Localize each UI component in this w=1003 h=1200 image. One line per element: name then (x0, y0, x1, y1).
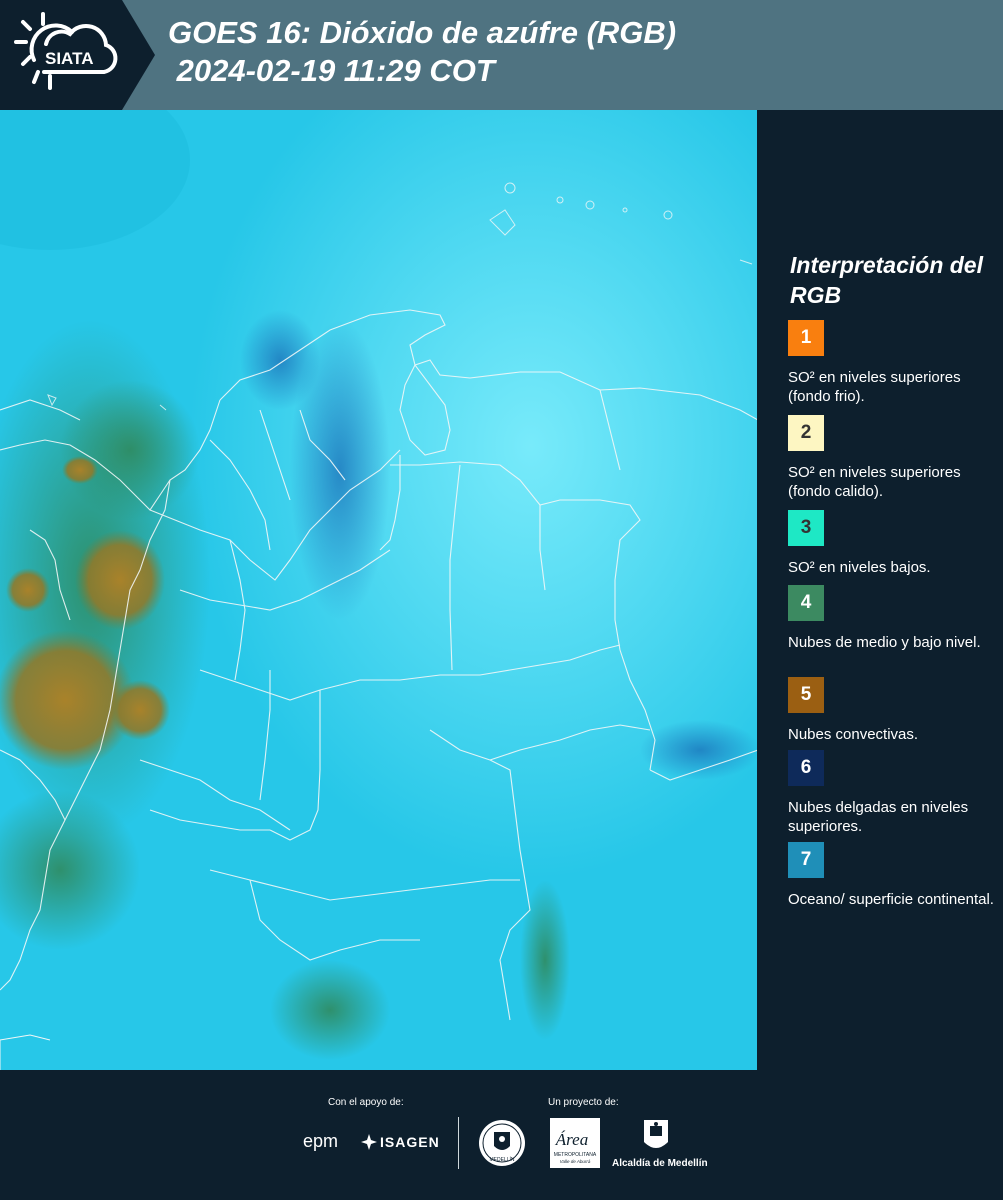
header-bar: SIATA GOES 16: Dióxido de azúfre (RGB) 2… (0, 0, 1003, 110)
support-label: Con el apoyo de: (328, 1097, 404, 1108)
legend-swatch-5: 5 (788, 677, 824, 713)
legend-swatch-7: 7 (788, 842, 824, 878)
legend-item-5: 5 Nubes convectivas. (788, 677, 998, 744)
legend-swatch-2: 2 (788, 415, 824, 451)
svg-text:Valle de Aburrá: Valle de Aburrá (560, 1159, 591, 1164)
legend-item-6: 6 Nubes delgadas en niveles superiores. (788, 750, 998, 836)
legend-label-2: SO² en niveles superiores (fondo calido)… (788, 464, 961, 500)
legend-label-5: Nubes convectivas. (788, 726, 919, 743)
legend-item-4: 4 Nubes de medio y bajo nivel. (788, 585, 998, 652)
legend-label-3: SO² en niveles bajos. (788, 559, 931, 576)
isagen-logo-mark (361, 1134, 377, 1150)
footer-divider (458, 1117, 459, 1169)
alcaldia-shield-icon (644, 1120, 668, 1148)
epm-logo: epm (303, 1131, 339, 1151)
area-metropolitana-logo: Área METROPOLITANA Valle de Aburrá (550, 1118, 600, 1168)
svg-text:METROPOLITANA: METROPOLITANA (554, 1152, 597, 1158)
title-line-1: GOES 16: Dióxido de azúfre (RGB) (168, 15, 677, 50)
legend-swatch-4: 4 (788, 585, 824, 621)
svg-text:MEDELLÍN: MEDELLÍN (489, 1156, 514, 1163)
isagen-logo: ISAGEN (380, 1134, 440, 1150)
svg-text:Área: Área (555, 1130, 588, 1149)
svg-text:SIATA: SIATA (45, 49, 93, 68)
siata-logo: SIATA (14, 12, 118, 90)
legend-item-1: 1 SO² en niveles superiores (fondo frio)… (788, 320, 998, 406)
project-label: Un proyecto de: (548, 1097, 619, 1108)
page-title: GOES 16: Dióxido de azúfre (RGB) 2024-02… (168, 14, 676, 90)
title-line-2: 2024-02-19 11:29 COT (168, 53, 495, 88)
legend-item-2: 2 SO² en niveles superiores (fondo calid… (788, 415, 998, 501)
legend-title: Interpretación del RGB (790, 252, 983, 308)
legend-swatch-6: 6 (788, 750, 824, 786)
medellin-seal-logo: MEDELLÍN (479, 1120, 525, 1166)
legend-label-6: Nubes delgadas en niveles superiores. (788, 799, 969, 835)
alcaldia-logo: Alcaldía de Medellín (612, 1158, 708, 1169)
legend-label-1: SO² en niveles superiores (fondo frio). (788, 369, 961, 405)
satellite-rgb-image (0, 110, 758, 1070)
legend-label-4: Nubes de medio y bajo nivel. (788, 634, 981, 651)
satellite-image (0, 110, 758, 1070)
legend-swatch-3: 3 (788, 510, 824, 546)
legend-swatch-1: 1 (788, 320, 824, 356)
legend-item-3: 3 SO² en niveles bajos. (788, 510, 998, 577)
legend-panel: Interpretación del RGB 1 SO² en niveles … (758, 110, 1003, 1070)
legend-item-7: 7 Oceano/ superficie continental. (788, 842, 998, 909)
legend-label-7: Oceano/ superficie continental. (788, 891, 994, 908)
